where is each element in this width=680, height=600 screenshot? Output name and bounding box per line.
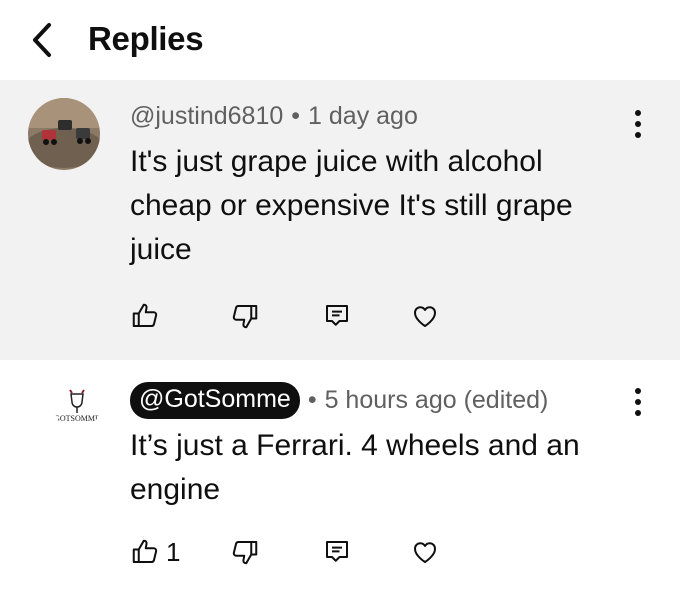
thumbs-up-icon	[132, 303, 158, 327]
logo-text: GOTSOMME	[54, 414, 100, 423]
heart-icon	[414, 306, 436, 327]
more-options-button[interactable]	[626, 382, 650, 422]
back-button[interactable]	[24, 22, 60, 58]
avatar[interactable]: GOTSOMME	[54, 384, 100, 430]
like-count: 1	[166, 536, 181, 567]
dislike-button[interactable]	[230, 296, 260, 336]
comment-item: GOTSOMME @GotSomme • 5 hours ago (edited…	[0, 360, 680, 600]
thumbs-down-icon	[232, 305, 258, 329]
comment-text: It's just grape juice with alcohol cheap…	[130, 145, 573, 266]
like-button[interactable]	[130, 296, 166, 336]
heart-button[interactable]	[410, 296, 440, 336]
dislike-button[interactable]	[230, 532, 260, 572]
more-vertical-icon	[635, 388, 641, 394]
thumbs-down-icon	[232, 541, 258, 565]
thumbs-up-icon	[132, 539, 158, 563]
meta-separator: •	[307, 386, 317, 414]
gotsomme-logo: GOTSOMME	[54, 384, 100, 430]
avatar-photo	[28, 98, 100, 170]
comment-actions	[130, 296, 460, 336]
heart-icon	[414, 542, 436, 563]
heart-button[interactable]	[410, 532, 440, 572]
more-vertical-icon	[635, 110, 641, 116]
header: Replies	[0, 0, 680, 80]
avatar[interactable]	[28, 98, 100, 170]
comment-text: It’s just a Ferrari. 4 wheels and an eng…	[130, 429, 580, 506]
comment-item: @justind6810 • 1 day ago It's just grape…	[0, 80, 680, 360]
comment-meta: @justind6810 • 1 day ago	[130, 102, 418, 131]
meta-separator: •	[291, 102, 301, 130]
comment-author[interactable]: @justind6810	[130, 102, 283, 131]
comment-time: 5 hours ago (edited)	[324, 386, 549, 414]
page-title: Replies	[88, 20, 204, 57]
more-options-button[interactable]	[626, 104, 650, 144]
reply-button[interactable]	[322, 532, 352, 572]
comment-icon	[326, 305, 348, 326]
comment-meta: @GotSomme • 5 hours ago (edited)	[130, 382, 548, 419]
like-button[interactable]: 1	[130, 532, 180, 572]
chevron-left-icon	[33, 23, 51, 57]
comment-icon	[326, 541, 348, 562]
comment-actions: 1	[130, 532, 460, 572]
reply-button[interactable]	[322, 296, 352, 336]
comment-time: 1 day ago	[308, 102, 418, 130]
creator-author-badge[interactable]: @GotSomme	[130, 382, 300, 419]
